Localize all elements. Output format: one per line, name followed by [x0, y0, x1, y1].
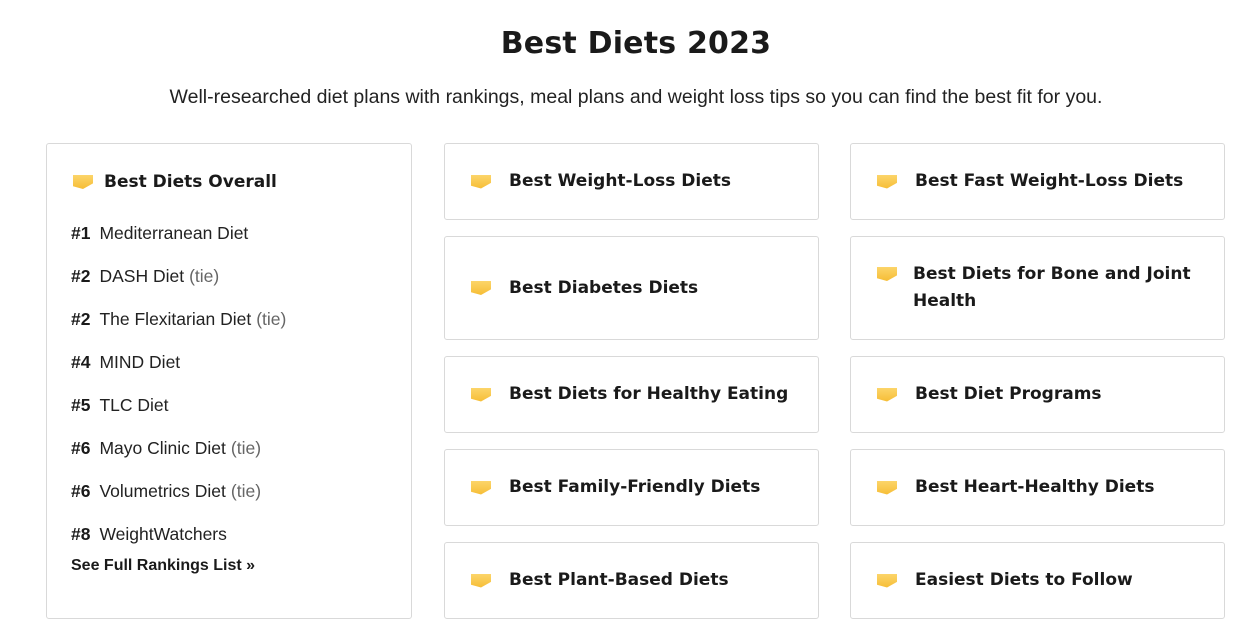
category-label: Best Fast Weight-Loss Diets [915, 171, 1184, 191]
rank-number: #6 [71, 481, 91, 501]
diet-name: Volumetrics Diet [99, 481, 226, 501]
ribbon-icon [471, 573, 491, 588]
category-card-diet-programs[interactable]: Best Diet Programs [850, 356, 1225, 433]
category-card-healthy-eating[interactable]: Best Diets for Healthy Eating [444, 356, 819, 433]
category-label: Best Family-Friendly Diets [509, 477, 761, 497]
rank-item[interactable]: #4 MIND Diet [71, 341, 286, 384]
category-label: Easiest Diets to Follow [915, 570, 1133, 590]
ribbon-icon [877, 267, 897, 281]
diet-name: MIND Diet [99, 352, 181, 372]
ribbon-icon [471, 387, 491, 402]
tie-label: (tie) [189, 266, 220, 286]
category-label: Best Heart-Healthy Diets [915, 477, 1155, 497]
category-card-weight-loss[interactable]: Best Weight-Loss Diets [444, 143, 819, 220]
category-label: Best Plant-Based Diets [509, 570, 729, 590]
category-card-plant-based[interactable]: Best Plant-Based Diets [444, 542, 819, 619]
ribbon-icon [877, 480, 897, 495]
rank-number: #5 [71, 395, 91, 415]
category-card-diabetes[interactable]: Best Diabetes Diets [444, 236, 819, 340]
ribbon-icon [877, 174, 897, 189]
category-card-easiest[interactable]: Easiest Diets to Follow [850, 542, 1225, 619]
category-label: Best Weight-Loss Diets [509, 171, 731, 191]
diet-name: Mediterranean Diet [99, 223, 249, 243]
diet-name: Mayo Clinic Diet [99, 438, 226, 458]
ribbon-icon [877, 573, 897, 588]
ribbon-icon [877, 387, 897, 402]
ribbon-icon [471, 281, 491, 295]
see-full-rankings-link[interactable]: See Full Rankings List » [71, 557, 255, 575]
rank-number: #4 [71, 352, 91, 372]
ribbon-icon [471, 480, 491, 495]
page-title: Best Diets 2023 [500, 26, 772, 61]
rank-item[interactable]: #8 WeightWatchers [71, 513, 286, 556]
category-label: Best Diet Programs [915, 384, 1102, 404]
rank-number: #1 [71, 223, 91, 243]
rank-number: #2 [71, 309, 91, 329]
rank-item[interactable]: #5 TLC Diet [71, 384, 286, 427]
overall-heading-label: Best Diets Overall [104, 172, 277, 192]
tie-label: (tie) [256, 309, 287, 329]
rank-number: #8 [71, 524, 91, 544]
rank-item[interactable]: #2 DASH Diet (tie) [71, 255, 286, 298]
category-card-family-friendly[interactable]: Best Family-Friendly Diets [444, 449, 819, 526]
rank-item[interactable]: #6 Volumetrics Diet (tie) [71, 470, 286, 513]
category-label: Best Diets for Healthy Eating [509, 384, 789, 404]
category-card-heart-healthy[interactable]: Best Heart-Healthy Diets [850, 449, 1225, 526]
ribbon-icon [73, 175, 93, 189]
category-label: Best Diets for Bone and Joint Health [913, 264, 1191, 311]
page-subtitle: Well-researched diet plans with rankings… [169, 86, 1103, 108]
overall-rank-list: #1 Mediterranean Diet #2 DASH Diet (tie)… [71, 212, 286, 556]
tie-label: (tie) [230, 481, 262, 501]
tie-label: (tie) [230, 438, 262, 458]
rank-item[interactable]: #1 Mediterranean Diet [71, 212, 286, 255]
category-card-fast-weight-loss[interactable]: Best Fast Weight-Loss Diets [850, 143, 1225, 220]
diet-name: WeightWatchers [99, 524, 227, 544]
overall-heading[interactable]: Best Diets Overall [73, 172, 277, 192]
diet-name: DASH Diet [99, 266, 185, 286]
diet-name: The Flexitarian Diet [99, 309, 252, 329]
rank-item[interactable]: #2 The Flexitarian Diet (tie) [71, 298, 286, 341]
best-diets-overall-card: Best Diets Overall #1 Mediterranean Diet… [46, 143, 412, 619]
rank-item[interactable]: #6 Mayo Clinic Diet (tie) [71, 427, 286, 470]
category-card-bone-joint[interactable]: Best Diets for Bone and Joint Health [850, 236, 1225, 340]
ribbon-icon [471, 174, 491, 189]
rank-number: #2 [71, 266, 91, 286]
rank-number: #6 [71, 438, 91, 458]
category-label: Best Diabetes Diets [509, 277, 699, 298]
diet-name: TLC Diet [99, 395, 169, 415]
